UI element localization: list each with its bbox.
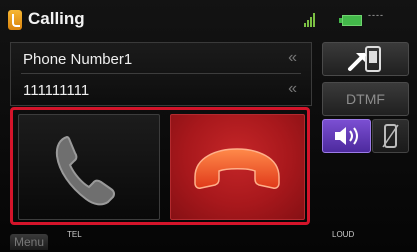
source-label: TEL bbox=[67, 230, 82, 239]
speaker-icon bbox=[335, 127, 358, 145]
phone-hangup-icon bbox=[194, 148, 280, 189]
speaker-output-button[interactable] bbox=[322, 119, 371, 153]
dtmf-button[interactable]: DTMF bbox=[322, 82, 409, 116]
music-note-icon bbox=[8, 10, 22, 30]
phone-answer-icon bbox=[55, 135, 116, 206]
bottom-bar: Menu TEL LOUD bbox=[0, 228, 417, 252]
battery-icon bbox=[339, 15, 362, 26]
menu-button[interactable]: Menu bbox=[10, 234, 49, 250]
caller-name-row[interactable]: Phone Number1 « bbox=[11, 43, 311, 74]
signal-strength-icon bbox=[304, 13, 316, 27]
answer-call-button[interactable] bbox=[18, 114, 160, 220]
page-title: Calling bbox=[28, 9, 85, 28]
scroll-left-icon: « bbox=[288, 49, 297, 66]
caller-number-row[interactable]: 111111111 « bbox=[11, 74, 311, 105]
transfer-button[interactable] bbox=[322, 42, 409, 76]
handset-output-button[interactable] bbox=[372, 119, 409, 153]
calling-screen: Calling ---- Phone Number1 « 111111111 «… bbox=[0, 0, 417, 252]
phone-transfer-icon bbox=[348, 46, 381, 72]
status-text: ---- bbox=[368, 10, 384, 20]
caller-name: Phone Number1 bbox=[23, 51, 133, 68]
scroll-left-icon: « bbox=[288, 80, 297, 97]
audio-output-toggle bbox=[322, 119, 409, 153]
handset-mobile-icon bbox=[382, 124, 399, 148]
loud-indicator: LOUD bbox=[332, 230, 355, 239]
caller-number: 111111111 bbox=[23, 82, 90, 99]
decline-call-button[interactable] bbox=[170, 114, 305, 220]
caller-info-panel: Phone Number1 « 111111111 « bbox=[10, 42, 312, 106]
